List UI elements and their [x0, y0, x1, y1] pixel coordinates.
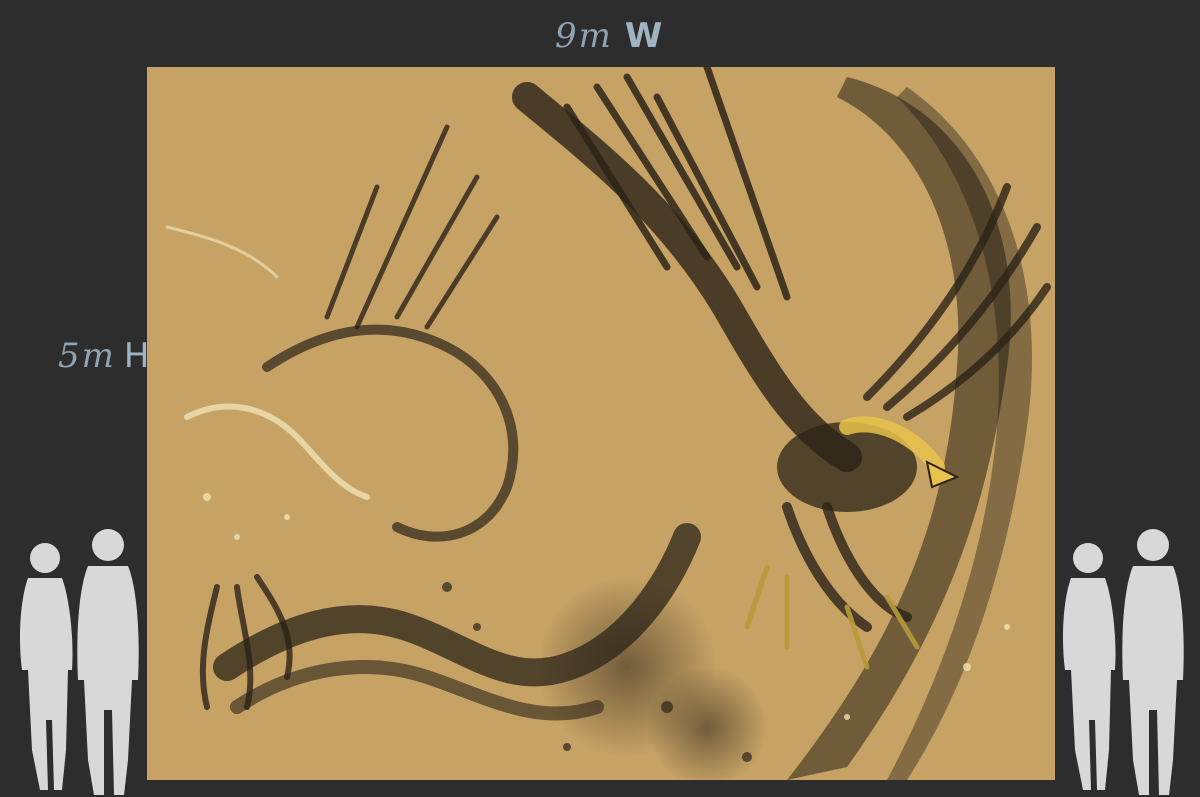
width-value: 9m [555, 16, 613, 56]
height-value: 5m [58, 336, 116, 376]
person-silhouette-icon [20, 529, 139, 795]
mural-mockup-stage: 9m W 5m H [0, 0, 1200, 797]
height-dimension-label: 5m H [58, 336, 151, 376]
scale-figures-left [10, 520, 150, 797]
mural-artwork [147, 67, 1055, 780]
person-silhouette-icon [1063, 529, 1184, 795]
width-unit: W [624, 16, 665, 56]
dragon-eagle-painting [165, 67, 1051, 780]
width-dimension-label: 9m W [555, 16, 664, 56]
scale-figures-right [1058, 520, 1198, 797]
